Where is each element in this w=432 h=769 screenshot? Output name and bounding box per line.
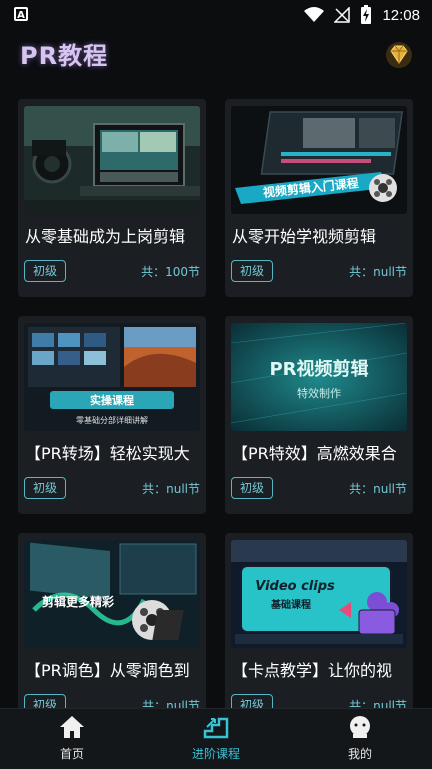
course-thumbnail: 实操课程 零基础分部详细讲解 (24, 323, 200, 431)
course-thumbnail: PR视频剪辑 特效制作 (231, 323, 407, 431)
level-badge: 初级 (24, 477, 67, 499)
stairs-icon (203, 717, 229, 739)
level-badge: 初级 (231, 260, 274, 282)
course-thumbnail: Video clips 基础课程 (231, 540, 407, 648)
course-title: 从零基础成为上岗剪辑 (25, 227, 186, 246)
status-bar: A 12:08 (0, 0, 432, 30)
course-thumbnail (24, 106, 200, 214)
course-card[interactable]: 从零基础成为上岗剪辑 初级 共：100节 (18, 99, 206, 297)
clock: 12:08 (382, 6, 420, 24)
header: PR教程 (0, 30, 432, 80)
wifi-icon (304, 7, 325, 22)
app-notification-icon: A (14, 7, 28, 21)
battery-charging-icon (361, 5, 372, 24)
thumb-subcaption: 基础课程 (270, 598, 311, 611)
no-signal-icon (334, 7, 351, 23)
thumb-subcaption: 零基础分部详细讲解 (76, 415, 148, 425)
nav-advanced-label: 进阶课程 (191, 747, 240, 761)
profile-icon (350, 716, 370, 738)
course-card[interactable]: 实操课程 零基础分部详细讲解 【PR转场】轻松实现大 初级 共：null节 (18, 316, 206, 514)
thumb-caption: PR视频剪辑 (269, 358, 368, 380)
thumb-caption: Video clips (255, 579, 335, 594)
nav-home[interactable]: 首页 (0, 715, 144, 762)
course-title: 【PR特效】高燃效果合 (232, 444, 397, 463)
course-title: 【卡点教学】让你的视 (232, 661, 393, 680)
course-card[interactable]: Video clips 基础课程 【卡点教学】让你的视 初级 共：null节 (225, 533, 413, 731)
home-icon (60, 716, 84, 738)
course-card[interactable]: 剪辑更多精彩 【PR调色】从零调色到 初级 共：null节 (18, 533, 206, 731)
thumb-caption: 实操课程 (90, 393, 134, 407)
course-thumbnail: 视频剪辑入门课程 (231, 106, 407, 214)
nav-advanced-courses[interactable]: 进阶课程 (144, 715, 288, 762)
diamond-icon[interactable] (384, 40, 414, 70)
page-title: PR教程 (20, 42, 109, 70)
bottom-nav: 首页 进阶课程 我的 (0, 708, 432, 769)
course-title: 【PR转场】轻松实现大 (25, 444, 190, 463)
lesson-count: 共：100节 (141, 265, 200, 279)
course-card[interactable]: PR视频剪辑 特效制作 【PR特效】高燃效果合 初级 共：null节 (225, 316, 413, 514)
thumb-subcaption: 特效制作 (297, 386, 341, 400)
course-title: 从零开始学视频剪辑 (232, 227, 377, 246)
lesson-count: 共：null节 (349, 265, 407, 279)
level-badge: 初级 (24, 260, 67, 282)
nav-mine[interactable]: 我的 (288, 715, 432, 762)
course-card[interactable]: 视频剪辑入门课程 从零开始学视频剪辑 初级 共：null节 (225, 99, 413, 297)
level-badge: 初级 (231, 477, 274, 499)
nav-home-label: 首页 (59, 747, 84, 761)
lesson-count: 共：null节 (142, 482, 200, 496)
nav-mine-label: 我的 (347, 747, 372, 761)
course-thumbnail: 剪辑更多精彩 (24, 540, 200, 648)
thumb-caption: 剪辑更多精彩 (42, 594, 114, 609)
lesson-count: 共：null节 (349, 482, 407, 496)
course-title: 【PR调色】从零调色到 (25, 661, 190, 680)
